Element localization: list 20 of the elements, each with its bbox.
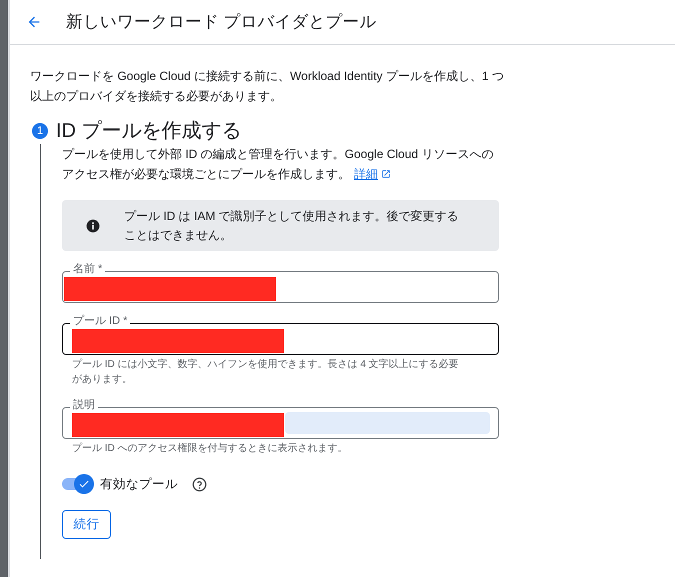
external-link-icon <box>381 169 391 179</box>
continue-button[interactable]: 続行 <box>62 510 111 539</box>
back-arrow-icon <box>26 14 42 30</box>
details-link[interactable]: 詳細 <box>354 164 391 184</box>
info-text: プール ID は IAM で識別子として使用されます。後で変更することはできません。 <box>124 208 460 244</box>
help-icon[interactable] <box>192 476 207 492</box>
field-hint: プール ID には小文字、数字、ハイフンを使用できます。長さは 4 文字以上にする必要があります。 <box>71 358 460 387</box>
toggle-switch[interactable] <box>62 474 94 494</box>
step-description: プールを使用して外部 ID の編成と管理を行います。Google Cloud リソースへのアクセス権が必要な環境ごとにプールを作成します。 詳細 <box>62 144 494 184</box>
page-title: 新しいワークロード プロバイダとプール <box>66 12 377 33</box>
info-icon <box>86 218 100 232</box>
field-label: 名前 * <box>70 262 106 276</box>
field-hint: プール ID へのアクセス権限を付与するときに表示されます。 <box>71 442 349 456</box>
field-label: プール ID * <box>70 314 130 328</box>
step-number: 1 <box>32 123 48 139</box>
intro-text: ワークロードを Google Cloud に接続する前に、Workload Identity プールを作成し、1 つ以上のプロバイダを接続する必要があります。 <box>30 68 505 105</box>
toggle-label: 有効なプール <box>100 476 178 493</box>
field-label: 説明 <box>70 398 98 412</box>
check-icon <box>78 478 90 490</box>
step-title: ID プールを作成する <box>56 119 242 144</box>
